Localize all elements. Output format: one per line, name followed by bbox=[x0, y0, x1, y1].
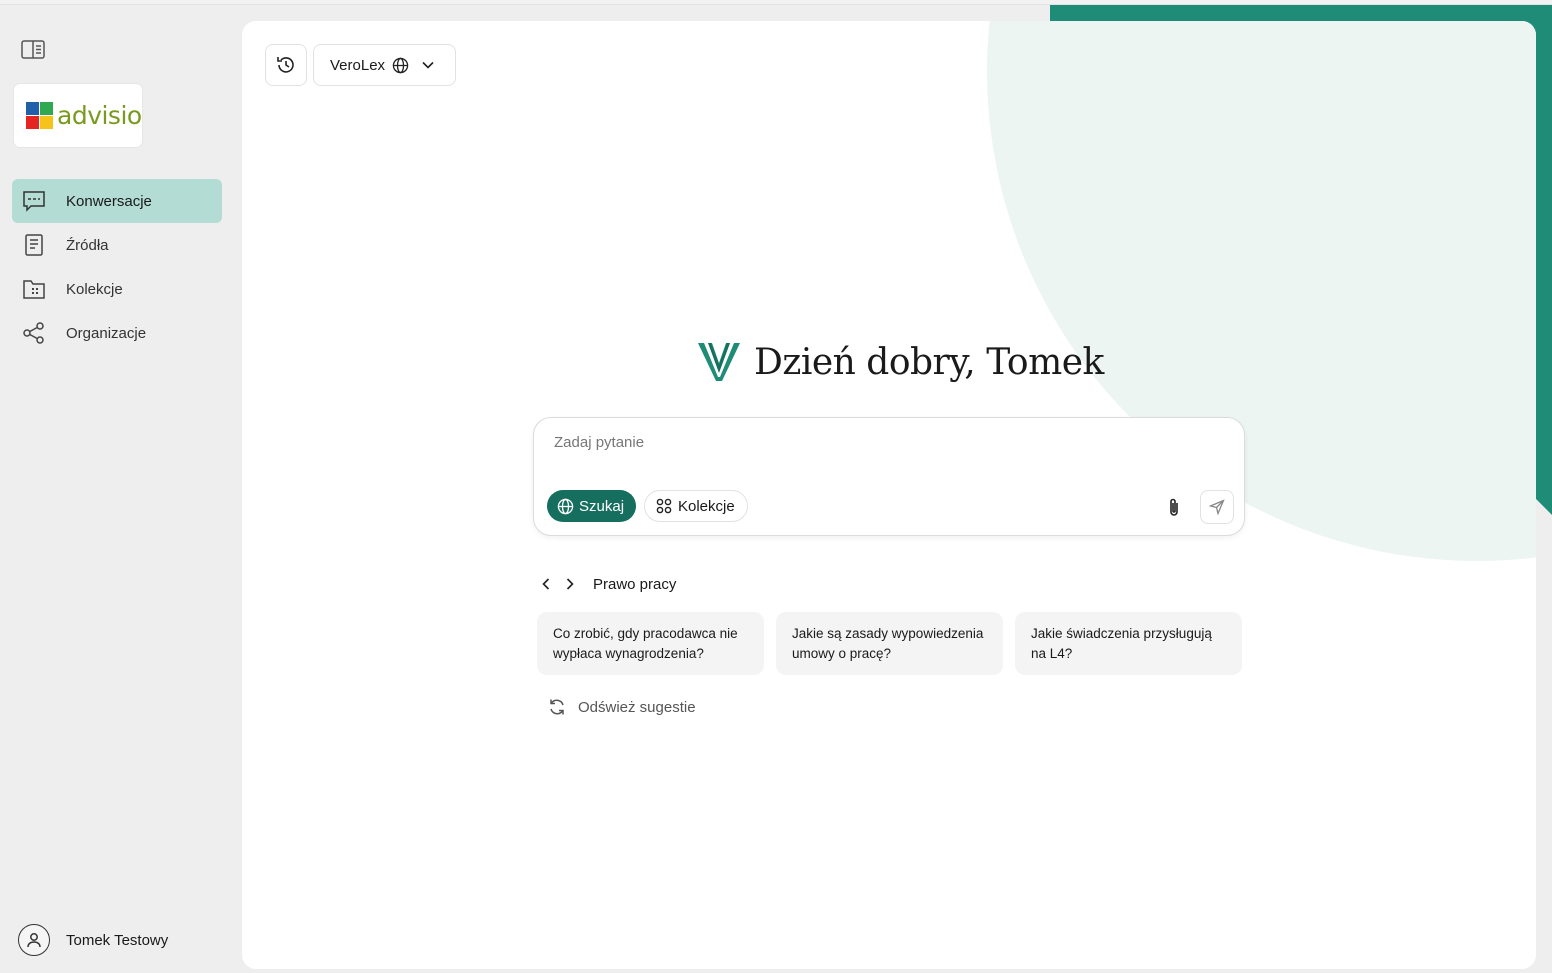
sidebar-toggle-button[interactable] bbox=[20, 39, 48, 61]
verolex-logo-icon bbox=[698, 343, 740, 381]
model-selector[interactable]: VeroLex bbox=[313, 44, 456, 86]
sidebar-panel-icon bbox=[21, 40, 45, 59]
chevron-right-icon bbox=[566, 578, 574, 590]
history-icon bbox=[277, 57, 294, 73]
send-button[interactable] bbox=[1200, 490, 1234, 524]
nav-item-organizacje[interactable]: Organizacje bbox=[12, 311, 222, 355]
chevron-left-icon bbox=[542, 578, 550, 590]
send-icon bbox=[1209, 499, 1225, 515]
chat-icon bbox=[23, 191, 45, 212]
collections-label: Kolekcje bbox=[678, 497, 735, 515]
refresh-suggestions-button[interactable]: Odśwież sugestie bbox=[548, 698, 696, 716]
nav-label: Kolekcje bbox=[66, 280, 123, 298]
chat-composer: Szukaj Kolekcje bbox=[533, 417, 1245, 536]
suggestion-category: Prawo pracy bbox=[593, 575, 677, 593]
greeting-title: Dzień dobry, Tomek bbox=[754, 341, 1104, 383]
next-category-button[interactable] bbox=[560, 574, 580, 594]
greeting: Dzień dobry, Tomek bbox=[698, 341, 1104, 383]
document-icon bbox=[25, 234, 43, 256]
organization-logo[interactable]: advisio bbox=[14, 84, 142, 147]
nav-item-konwersacje[interactable]: Konwersacje bbox=[12, 179, 222, 223]
model-name: VeroLex bbox=[330, 56, 386, 74]
user-icon bbox=[27, 933, 41, 948]
sidebar: advisio Konwersacje Źródła Kolekcje Orga… bbox=[0, 5, 242, 973]
user-name: Tomek Testowy bbox=[66, 931, 169, 949]
refresh-label: Odśwież sugestie bbox=[578, 698, 696, 716]
globe-icon bbox=[557, 498, 574, 514]
user-profile[interactable]: Tomek Testowy bbox=[18, 924, 168, 956]
nav-label: Organizacje bbox=[66, 324, 147, 342]
suggestion-card[interactable]: Jakie są zasady wypowiedzenia umowy o pr… bbox=[776, 612, 1003, 675]
suggestion-cards: Co zrobić, gdy pracodawca nie wypłaca wy… bbox=[537, 612, 1242, 675]
share-icon bbox=[23, 322, 44, 344]
search-label: Szukaj bbox=[579, 497, 625, 515]
paperclip-icon bbox=[1170, 498, 1178, 516]
main-navigation: Konwersacje Źródła Kolekcje Organizacje bbox=[12, 179, 222, 355]
nav-item-kolekcje[interactable]: Kolekcje bbox=[12, 267, 222, 311]
suggestions-header: Prawo pracy bbox=[536, 574, 676, 594]
suggestion-card[interactable]: Jakie świadczenia przysługują na L4? bbox=[1015, 612, 1242, 675]
chevron-down-icon bbox=[422, 61, 434, 69]
question-input[interactable] bbox=[554, 434, 1214, 451]
search-toggle-button[interactable]: Szukaj bbox=[547, 490, 637, 522]
logo-text: advisio bbox=[57, 101, 142, 130]
attach-button[interactable] bbox=[1164, 496, 1184, 518]
folder-icon bbox=[23, 280, 45, 299]
nav-label: Konwersacje bbox=[66, 192, 152, 210]
avatar bbox=[18, 924, 50, 956]
refresh-icon bbox=[550, 699, 564, 715]
collections-button[interactable]: Kolekcje bbox=[644, 490, 748, 522]
grid-circles-icon bbox=[656, 498, 672, 514]
main-panel: VeroLex Dzień dobry, Tomek Szukaj Kolek bbox=[242, 21, 1536, 969]
logo-squares-icon bbox=[26, 101, 54, 130]
history-button[interactable] bbox=[265, 44, 307, 86]
suggestion-card[interactable]: Co zrobić, gdy pracodawca nie wypłaca wy… bbox=[537, 612, 764, 675]
nav-item-zrodla[interactable]: Źródła bbox=[12, 223, 222, 267]
nav-label: Źródła bbox=[66, 236, 109, 254]
previous-category-button[interactable] bbox=[536, 574, 556, 594]
globe-icon bbox=[392, 57, 409, 73]
